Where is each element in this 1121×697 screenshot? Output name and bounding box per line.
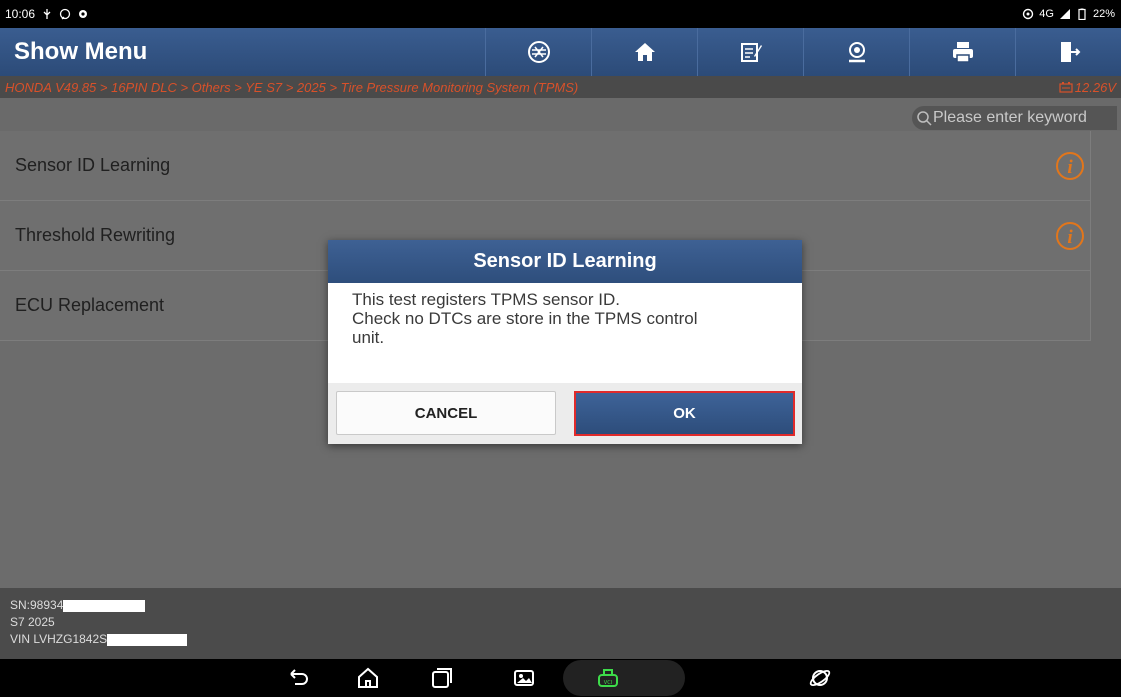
diagnose-icon [527,41,550,63]
toolbar [485,28,1121,76]
confirmation-dialog: Sensor ID Learning This test registers T… [328,240,802,444]
battery-percent: 22% [1092,8,1115,20]
system-nav-bar: VCI [0,659,1121,697]
print-button[interactable] [909,28,1015,76]
dialog-title: Sensor ID Learning [328,240,802,283]
battery-icon [1078,8,1086,20]
voltage-value: 12.26V [1074,79,1116,95]
dialog-buttons: CANCEL OK [328,383,802,444]
menu-item-sensor-id-learning[interactable]: Sensor ID Learning i [0,131,1091,201]
signal-icon [1059,9,1070,19]
print-icon [952,42,973,63]
info-icon[interactable]: i [1054,150,1086,182]
exit-icon [1060,42,1080,62]
battery-voltage: 12.26V [1059,80,1116,95]
breadcrumb: HONDA V49.85 > 16PIN DLC > Others > YE S… [0,76,1121,98]
clock: 10:06 [5,7,36,21]
report-button[interactable] [697,28,803,76]
redaction-mask [63,599,146,612]
home-nav-icon[interactable] [356,666,380,690]
dialog-message-line: Check no DTCs are store in the TPMS cont… [352,309,698,328]
app-header: Show Menu [0,28,1121,76]
search-bar: Please enter keyword [0,98,1121,131]
dialog-message: This test registers TPMS sensor ID. Chec… [328,283,802,383]
svg-text:i: i [1067,157,1073,178]
status-bar: 10:06 4G 22% [0,0,1121,28]
vehicle-model: S7 2025 [10,615,55,629]
breadcrumb-path: HONDA V49.85 > 16PIN DLC > Others > YE S… [5,79,579,95]
serial-number-line: SN:98934 [10,597,1121,614]
home-button[interactable] [591,28,697,76]
diagnose-button[interactable] [485,28,591,76]
serial-number: SN:98934 [10,598,64,612]
remote-support-button[interactable] [803,28,909,76]
vci-icon[interactable]: VCI [596,666,620,690]
network-type: 4G [1039,8,1054,20]
vehicle-info: SN:98934 S7 2025 VIN LVHZG1842S [0,588,1121,659]
home-icon [634,43,655,61]
exit-button[interactable] [1015,28,1121,76]
info-icon[interactable]: i [1054,220,1086,252]
browser-icon[interactable] [808,666,832,690]
car-battery-icon [1059,82,1073,93]
menu-item-label: ECU Replacement [15,295,165,315]
message-icon [59,8,71,20]
search-icon [917,111,932,126]
menu-item-label: Sensor ID Learning [15,155,171,175]
svg-text:VCI: VCI [604,680,612,686]
report-icon [740,43,762,62]
cancel-button[interactable]: CANCEL [336,391,556,435]
menu-item-label: Threshold Rewriting [15,225,176,245]
vin-line: VIN LVHZG1842S [10,631,1121,648]
svg-text:i: i [1067,227,1073,248]
active-app-pill [563,660,685,696]
page-title: Show Menu [14,38,148,65]
search-placeholder: Please enter keyword [933,109,1087,126]
back-icon[interactable] [286,666,310,690]
recent-apps-icon[interactable] [430,666,454,690]
dialog-message-line: unit. [352,328,385,347]
redaction-mask [107,633,188,646]
vin: VIN LVHZG1842S [10,632,108,646]
search-input[interactable]: Please enter keyword [912,106,1117,130]
remote-support-icon [848,42,865,63]
usb-icon [43,9,51,19]
data-saver-icon [1023,8,1034,20]
dialog-message-line: This test registers TPMS sensor ID. [352,290,620,309]
screenshot-icon[interactable] [512,666,536,690]
ok-button[interactable]: OK [574,391,795,436]
shield-icon [79,10,88,18]
